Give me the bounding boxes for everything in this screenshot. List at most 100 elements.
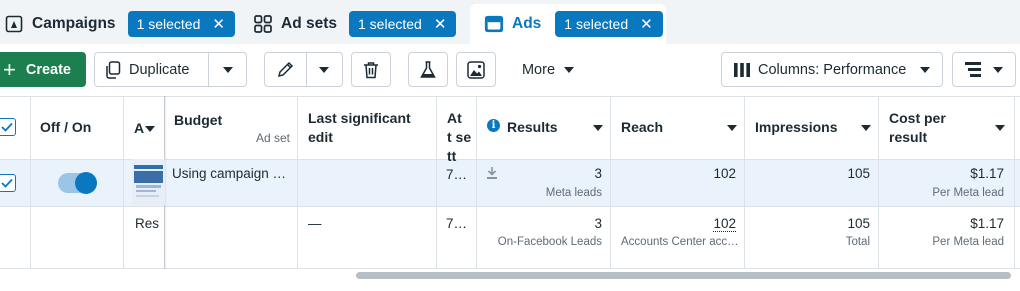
cost-per-result-value: $1.17 — [970, 166, 1004, 181]
campaign-flag-icon — [4, 14, 24, 34]
breakdown-icon — [965, 62, 981, 77]
close-icon[interactable]: ✕ — [212, 17, 225, 32]
attribution-cell: 7… — [446, 216, 468, 231]
download-icon[interactable] — [487, 167, 497, 179]
duplicate-icon — [105, 60, 121, 79]
flask-icon — [420, 60, 436, 79]
row-checkbox[interactable] — [0, 174, 16, 192]
impressions-sub: Total — [845, 236, 870, 248]
column-divider — [1014, 96, 1015, 269]
column-header-off-on[interactable]: Off / On — [40, 118, 91, 137]
column-header-cost-per-result[interactable]: Cost per result — [889, 109, 979, 147]
tab-ad-sets-label: Ad sets — [281, 15, 337, 32]
button-divider — [306, 53, 307, 86]
pencil-icon[interactable] — [277, 61, 294, 78]
breakdown-button[interactable] — [952, 52, 1016, 87]
delete-button[interactable] — [351, 52, 391, 87]
cost-per-result-sub: Per Meta lead — [932, 236, 1004, 248]
level-tabs: Campaigns 1 selected ✕ Ad sets 1 selecte… — [0, 0, 1020, 44]
results-sort-chevron-icon[interactable] — [593, 125, 603, 131]
check-icon — [1, 122, 13, 132]
horizontal-scrollbar[interactable] — [356, 272, 1011, 279]
column-header-last-significant-edit[interactable]: Last significant edit — [308, 109, 428, 147]
ads-selected-text: 1 selected — [564, 16, 629, 32]
reach-value[interactable]: 102 — [713, 216, 736, 232]
budget-cell: Using campaign … — [172, 166, 287, 181]
columns-button[interactable]: Columns: Performance — [721, 52, 943, 87]
preview-button[interactable] — [456, 52, 496, 87]
duplicate-button[interactable]: Duplicate — [129, 62, 189, 78]
campaigns-selected-badge[interactable]: 1 selected ✕ — [127, 11, 235, 37]
tab-ads[interactable]: Ads 1 selected ✕ — [470, 4, 666, 44]
ad-sort-chevron-icon[interactable] — [145, 126, 155, 132]
reach-sort-chevron-icon[interactable] — [727, 125, 737, 131]
column-divider — [436, 96, 437, 269]
create-label: Create — [25, 61, 71, 78]
column-divider — [297, 96, 298, 269]
budget-sub-label: Ad set — [255, 131, 290, 145]
close-icon[interactable]: ✕ — [640, 17, 653, 32]
edit-dropdown-chevron-icon[interactable] — [319, 67, 329, 73]
ad-window-icon — [484, 14, 504, 34]
ad-status-toggle[interactable] — [58, 172, 97, 194]
button-divider — [208, 53, 209, 86]
column-divider — [878, 96, 879, 269]
edit-button-group — [264, 52, 343, 87]
ads-selected-badge[interactable]: 1 selected ✕ — [555, 11, 663, 37]
column-divider — [30, 96, 31, 269]
tab-campaigns-label: Campaigns — [32, 15, 116, 32]
ad-thumbnail[interactable] — [132, 159, 165, 205]
tab-ad-sets[interactable]: Ad sets 1 selected ✕ — [245, 4, 457, 44]
results-value: 3 — [594, 216, 602, 231]
column-header-impressions[interactable]: Impressions — [755, 118, 837, 137]
duplicate-button-group: Duplicate — [94, 52, 247, 87]
impressions-sort-chevron-icon[interactable] — [861, 125, 871, 131]
trash-icon — [363, 61, 379, 79]
cost-per-result-sub: Per Meta lead — [932, 187, 1004, 199]
test-button[interactable] — [408, 52, 448, 87]
ad-sets-selected-text: 1 selected — [358, 16, 422, 32]
attribution-cell: 7… — [446, 167, 468, 182]
results-sub: Meta leads — [545, 187, 602, 199]
check-icon — [1, 178, 13, 188]
column-header-attribution-setting[interactable]: Att sett — [447, 109, 473, 166]
cost-per-result-value: $1.17 — [970, 216, 1004, 231]
more-chevron-icon — [564, 66, 575, 73]
create-button[interactable]: + Create — [0, 52, 86, 87]
last-edit-cell: — — [308, 216, 322, 231]
column-divider — [610, 96, 611, 269]
info-icon[interactable]: i — [487, 119, 500, 132]
reach-value: 102 — [713, 166, 736, 181]
columns-chevron-icon — [920, 67, 930, 73]
column-header-budget[interactable]: Budget — [174, 111, 222, 130]
columns-label: Columns: Performance — [758, 61, 907, 78]
toolbar: + Create Duplicate More Columns: Perform… — [0, 44, 1020, 96]
summary-ad-cell: Res — [135, 216, 160, 231]
image-icon — [467, 60, 485, 79]
column-divider — [476, 96, 477, 269]
results-sub: On-Facebook Leads — [497, 236, 602, 248]
breakdown-chevron-icon — [993, 67, 1003, 73]
grid-icon — [253, 14, 273, 34]
campaigns-selected-text: 1 selected — [136, 16, 201, 32]
close-icon[interactable]: ✕ — [434, 17, 447, 32]
impressions-value: 105 — [847, 166, 870, 181]
reach-sub: Accounts Center acc… — [621, 236, 739, 248]
cost-sort-chevron-icon[interactable] — [995, 125, 1005, 131]
column-divider — [744, 96, 745, 269]
plus-icon: + — [3, 56, 16, 82]
toggle-knob — [75, 172, 97, 194]
ad-sets-selected-badge[interactable]: 1 selected ✕ — [349, 11, 457, 37]
more-label: More — [521, 61, 556, 78]
column-header-ad[interactable]: A — [134, 119, 144, 138]
tab-ads-label: Ads — [512, 15, 542, 32]
impressions-value: 105 — [847, 216, 870, 231]
tab-campaigns[interactable]: Campaigns 1 selected ✕ — [0, 4, 236, 44]
column-divider — [123, 96, 124, 269]
select-all-checkbox[interactable] — [0, 118, 16, 136]
results-value: 3 — [594, 166, 602, 181]
more-button[interactable]: More — [510, 52, 586, 87]
column-header-reach[interactable]: Reach — [621, 118, 663, 137]
duplicate-dropdown-chevron-icon[interactable] — [223, 67, 233, 73]
column-header-results[interactable]: Results — [507, 118, 558, 137]
